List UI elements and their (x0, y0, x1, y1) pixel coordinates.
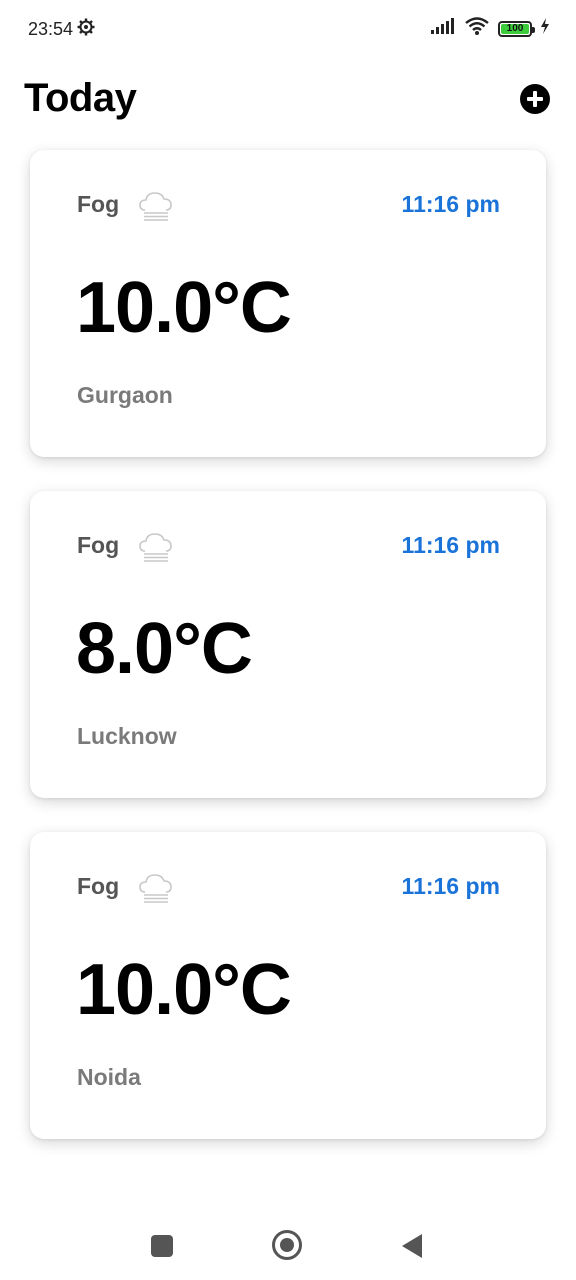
status-time: 23:54 (28, 19, 74, 39)
city-name: Lucknow (77, 723, 177, 749)
add-city-button[interactable] (520, 84, 550, 114)
header: Today (0, 70, 576, 134)
weather-condition: Fog (77, 532, 120, 558)
temperature-value: 8.0°C (76, 609, 253, 689)
charging-bolt-icon (540, 18, 550, 39)
weather-card[interactable]: Fog 11:16 pm 10.0°C Gurgaon (30, 150, 546, 457)
fog-cloud-icon (138, 872, 174, 909)
weather-card[interactable]: Fog 11:16 pm 8.0°C Lucknow (30, 491, 546, 798)
recents-square-icon[interactable] (151, 1235, 173, 1257)
observation-time: 11:16 pm (401, 532, 500, 558)
temperature-value: 10.0°C (76, 268, 292, 348)
fog-cloud-icon (138, 531, 174, 568)
temperature-value: 10.0°C (76, 950, 292, 1030)
weather-card[interactable]: Fog 11:16 pm 10.0°C Noida (30, 832, 546, 1139)
status-bar: 23:54 100 (0, 0, 576, 58)
city-name: Noida (77, 1064, 141, 1090)
battery-level-text: 100 (506, 22, 524, 34)
weather-condition: Fog (77, 191, 120, 217)
observation-time: 11:16 pm (401, 191, 500, 217)
weather-condition: Fog (77, 873, 120, 899)
fog-cloud-icon (138, 190, 174, 227)
observation-time: 11:16 pm (401, 873, 500, 899)
back-triangle-icon[interactable] (402, 1234, 422, 1258)
page-title: Today (24, 76, 137, 120)
system-nav-bar (0, 1210, 576, 1280)
settings-gear-icon (77, 18, 95, 41)
city-name: Gurgaon (77, 382, 173, 408)
wifi-icon (464, 16, 490, 41)
signal-icon (430, 17, 456, 40)
home-circle-icon[interactable] (272, 1230, 302, 1260)
battery-icon: 100 (498, 20, 535, 37)
status-time-group: 23:54 (28, 18, 95, 41)
status-icons: 100 (430, 16, 550, 41)
